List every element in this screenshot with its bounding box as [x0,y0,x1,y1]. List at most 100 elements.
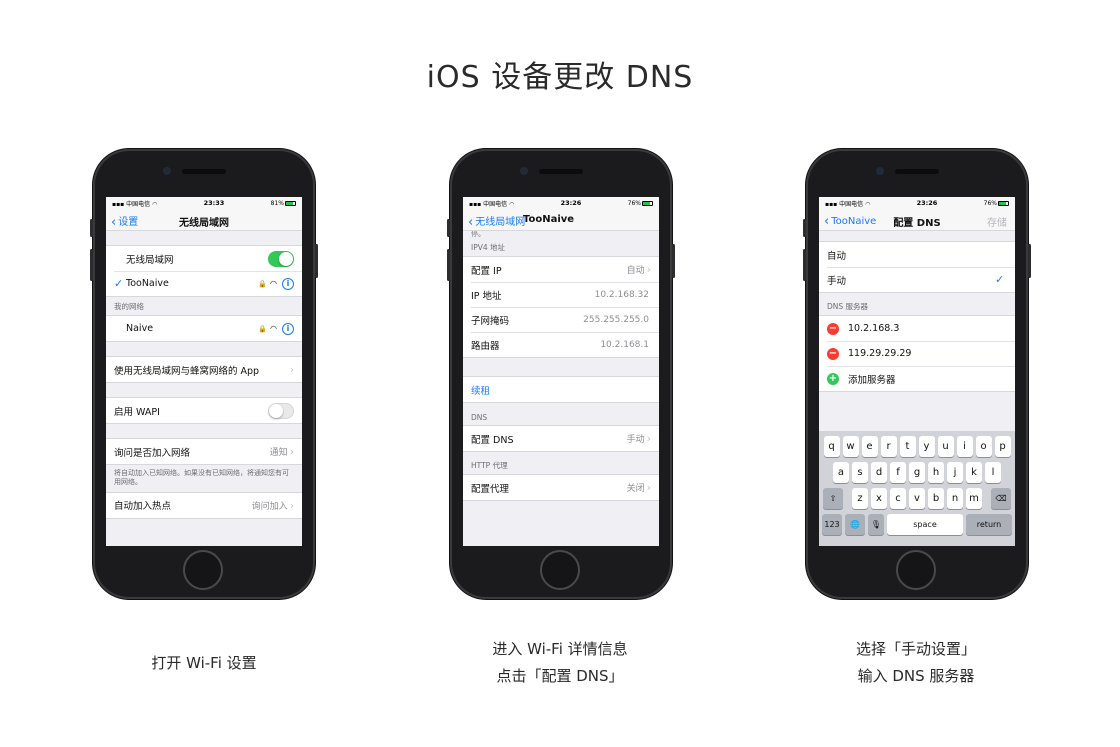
ask-join-row[interactable]: 询问是否加入网络 通知 › [106,439,302,464]
key-w[interactable]: w [842,436,859,457]
wifi-icon: ◠ [152,200,158,208]
add-server-button[interactable]: + 添加服务器 [819,366,1015,391]
earpiece-speaker [182,169,226,174]
key-r[interactable]: r [880,436,897,457]
key-c[interactable]: c [890,488,906,509]
info-icon[interactable]: i [282,277,294,290]
network-name: TooNaive [126,278,169,289]
chevron-right-icon: › [646,481,651,494]
network-row-current[interactable]: ✓ TooNaive 🔒 ◠ i [106,271,302,296]
home-button[interactable] [896,550,936,590]
caption-step-1: 打开 Wi-Fi 设置 [151,654,257,672]
dns-mode-auto-row[interactable]: 自动 [819,242,1015,267]
configure-dns-row[interactable]: 配置 DNS 手动 › [463,426,659,451]
key-a[interactable]: a [833,462,849,483]
dns-header: DNS [471,413,488,422]
nav-bar: ‹ 无线局域网 TooNaive [463,209,659,231]
remove-server-icon[interactable]: − [827,322,839,335]
lock-icon: 🔒 [258,324,268,333]
key-v[interactable]: v [909,488,925,509]
cut-off-text: 停。 [471,231,485,238]
shift-key[interactable]: ⇧ [823,488,843,509]
wapi-row: 启用 WAPI [106,398,302,423]
status-time: 23:26 [560,199,582,207]
configure-ip-row[interactable]: 配置 IP 自动 › [463,257,659,282]
key-g[interactable]: g [909,462,925,483]
dns-server-row[interactable]: − 119.29.29.29 [819,341,1015,366]
backspace-key[interactable]: ⌫ [991,488,1011,509]
key-h[interactable]: h [928,462,944,483]
wapi-toggle[interactable] [268,402,294,419]
apps-using-wifi-row[interactable]: 使用无线局域网与蜂窝网络的 App › [106,357,302,382]
globe-icon[interactable]: 🌐 [845,514,865,535]
chevron-right-icon: › [646,263,651,276]
battery-percent: 81% [270,199,284,207]
key-d[interactable]: d [871,462,887,483]
subnet-mask-row: 子网掩码 255.255.255.0 [463,307,659,332]
add-icon: + [827,372,839,385]
return-key[interactable]: return [966,514,1012,535]
auto-hotspot-row[interactable]: 自动加入热点 询问加入 › [106,493,302,518]
caption-step-2: 进入 Wi-Fi 详情信息 点击「配置 DNS」 [492,640,628,685]
dns-server-value[interactable]: 10.2.168.3 [848,323,1007,334]
key-q[interactable]: q [823,436,840,457]
key-z[interactable]: z [852,488,868,509]
key-i[interactable]: i [956,436,973,457]
status-bar: ▪▪▪ 中国电信 ◠ 23:26 76% [463,197,659,209]
home-button[interactable] [540,550,580,590]
key-b[interactable]: b [928,488,944,509]
battery-icon [284,200,296,206]
key-e[interactable]: e [861,436,878,457]
signal-icon: ▪▪▪ [825,200,838,208]
wifi-toggle[interactable] [268,250,294,267]
key-p[interactable]: p [994,436,1011,457]
key-m[interactable]: m [966,488,982,509]
renew-lease-button[interactable]: 续租 [463,377,659,402]
caption-step-3: 选择「手动设置」 输入 DNS 服务器 [855,640,976,685]
key-f[interactable]: f [890,462,906,483]
configure-proxy-row[interactable]: 配置代理 关闭 › [463,475,659,500]
dns-server-input[interactable]: 119.29.29.29 [848,348,1007,359]
screen: ▪▪▪ 中国电信 ◠ 23:26 76% ‹ TooNaive 配置 DNS 存储… [819,197,1015,546]
battery-icon [997,200,1009,206]
nav-bar: ‹ TooNaive 配置 DNS 存储 [819,209,1015,231]
wifi-signal-icon: ◠ [270,324,277,333]
save-button[interactable]: 存储 [987,214,1007,229]
key-t[interactable]: t [899,436,916,457]
key-k[interactable]: k [966,462,982,483]
wifi-label: 无线局域网 [126,254,174,266]
key-o[interactable]: o [975,436,992,457]
key-u[interactable]: u [937,436,954,457]
checkmark-icon: ✓ [114,277,124,290]
battery-icon [641,200,653,206]
key-s[interactable]: s [852,462,868,483]
dns-mode-manual-row[interactable]: 手动 ✓ [819,267,1015,292]
space-key[interactable]: space [887,514,963,535]
back-button[interactable]: ‹ 无线局域网 [468,213,525,230]
key-x[interactable]: x [871,488,887,509]
dns-servers-header: DNS 服务器 [827,302,869,311]
key-n[interactable]: n [947,488,963,509]
home-button[interactable] [183,550,223,590]
checkmark-icon: ✓ [995,273,1005,286]
chevron-right-icon: › [289,445,294,458]
screen: ▪▪▪ 中国电信 ◠ 23:26 76% ‹ 无线局域网 TooNaive 停。 … [463,197,659,546]
dns-server-row[interactable]: − 10.2.168.3 [819,316,1015,341]
key-y[interactable]: y [918,436,935,457]
info-icon[interactable]: i [282,322,294,335]
wifi-toggle-row: 无线局域网 [106,246,302,271]
lock-icon: 🔒 [258,279,268,288]
network-row-known[interactable]: Naive 🔒 ◠ i [106,316,302,341]
chevron-left-icon: ‹ [468,215,474,230]
key-l[interactable]: l [985,462,1001,483]
front-camera [876,167,884,175]
numbers-key[interactable]: 123 [822,514,842,535]
key-j[interactable]: j [947,462,963,483]
router-row: 路由器 10.2.168.1 [463,332,659,357]
remove-server-icon[interactable]: − [827,347,839,360]
wifi-icon: ◠ [865,200,871,208]
microphone-icon[interactable]: 🎙 [868,514,884,535]
nav-title: 配置 DNS [893,218,941,229]
nav-title: TooNaive [523,214,575,225]
nav-bar: ‹ 设置 无线局域网 [106,209,302,231]
